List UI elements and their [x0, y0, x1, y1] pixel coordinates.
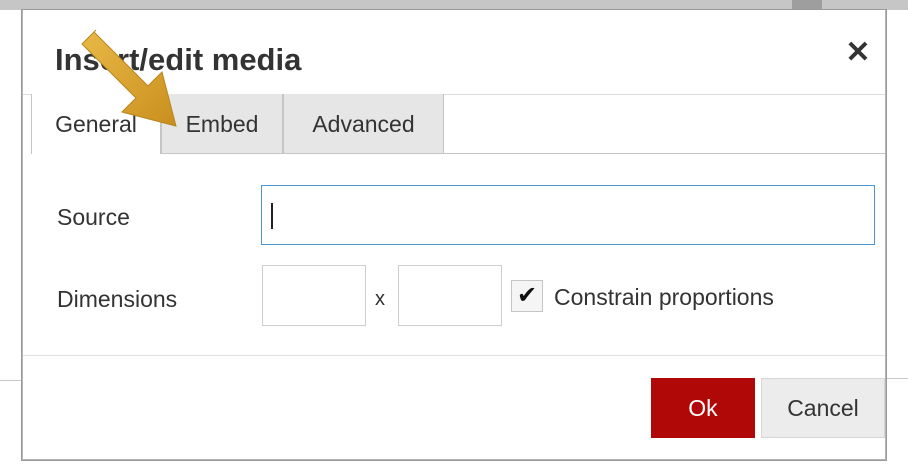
constrain-proportions-label: Constrain proportions [554, 284, 774, 310]
width-input[interactable] [262, 265, 366, 326]
close-icon[interactable]: ✕ [843, 38, 873, 68]
background-page-right [886, 10, 908, 469]
background-divider [886, 378, 908, 379]
footer-divider [23, 355, 885, 356]
constrain-proportions-checkbox[interactable]: ✔ [511, 280, 543, 312]
text-caret [271, 203, 273, 229]
background-page-bottom [0, 460, 908, 469]
background-page-left [0, 10, 22, 469]
background-page-top [0, 0, 908, 10]
tab-bar-divider [444, 153, 885, 154]
checkmark-icon: ✔ [516, 282, 538, 309]
background-divider [0, 380, 22, 381]
dimensions-separator: x [375, 288, 385, 310]
ok-button[interactable]: Ok [651, 378, 755, 438]
cancel-button[interactable]: Cancel [761, 378, 885, 438]
height-input[interactable] [398, 265, 502, 326]
dimensions-label: Dimensions [57, 286, 178, 312]
tab-advanced[interactable]: Advanced [283, 94, 444, 154]
arrow-pointer-icon [81, 29, 177, 127]
source-label: Source [57, 204, 130, 230]
source-input[interactable] [261, 185, 875, 245]
